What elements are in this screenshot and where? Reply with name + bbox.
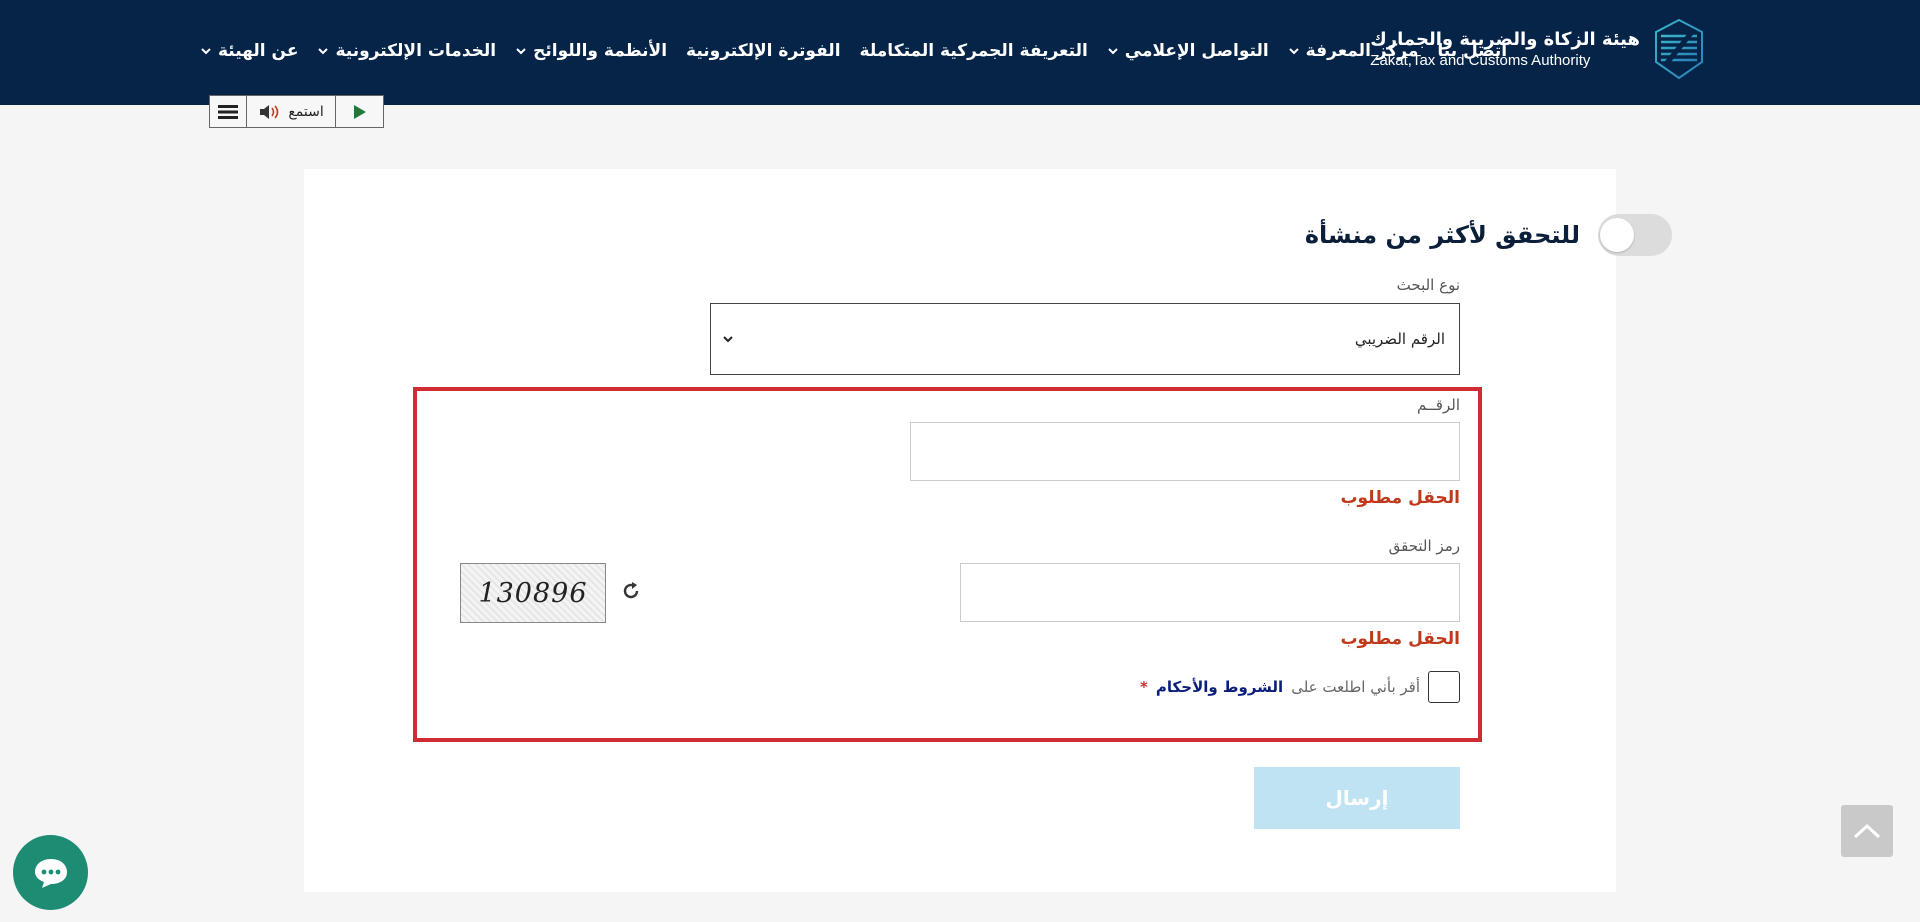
captcha-error: الحقل مطلوب	[1340, 629, 1460, 649]
terms-prefix: أقر بأني اطلعت على	[1291, 678, 1420, 696]
search-type-select[interactable]: الرقم الضريبي	[710, 303, 1460, 375]
nav-item-label: الفوترة الإلكترونية	[686, 41, 841, 61]
tts-menu-button[interactable]	[210, 96, 247, 127]
nav-item-eservices[interactable]: الخدمات الإلكترونية	[317, 41, 496, 61]
nav-item-einvoicing[interactable]: الفوترة الإلكترونية	[686, 41, 841, 61]
back-to-top-button[interactable]	[1841, 805, 1893, 857]
toggle-label: للتحقق لأكثر من منشأة	[1304, 221, 1580, 249]
captcha-input[interactable]	[960, 563, 1460, 622]
chevron-down-icon	[201, 48, 211, 55]
search-type-label: نوع البحث	[1396, 276, 1460, 294]
nav-item-label: التواصل الإعلامي	[1124, 41, 1269, 61]
site-header: هيئة الزكاة والضريبة والجمارك Zakat,Tax …	[0, 0, 1920, 105]
tts-listen-label: استمع	[288, 103, 324, 120]
toggle-knob	[1600, 218, 1634, 252]
nav-item-label: الأنظمة واللوائح	[533, 41, 668, 61]
terms-row: أقر بأني اطلعت على الشروط والأحكام *	[1140, 670, 1460, 704]
chevron-down-icon	[723, 336, 733, 343]
multi-establishment-toggle-row: للتحقق لأكثر من منشأة	[1305, 213, 1672, 257]
nav-item-about[interactable]: عن الهيئة	[200, 41, 298, 61]
chevron-down-icon	[1288, 48, 1299, 55]
number-error: الحقل مطلوب	[1340, 488, 1460, 508]
search-type-value: الرقم الضريبي	[1354, 330, 1445, 348]
captcha-code: 130896	[478, 577, 588, 609]
nav-item-regulations[interactable]: الأنظمة واللوائح	[515, 41, 667, 61]
tts-listen-button[interactable]: استمع	[247, 96, 336, 127]
chat-bubble-icon	[34, 858, 67, 888]
refresh-icon[interactable]	[620, 580, 642, 602]
nav-item-tariff[interactable]: التعريفة الجمركية المتكاملة	[860, 41, 1088, 61]
nav-item-label: مركز المعرفة	[1305, 41, 1419, 61]
nav-item-label: التعريفة الجمركية المتكاملة	[859, 41, 1088, 61]
text-to-speech-toolbar: استمع	[209, 95, 384, 128]
chevron-down-icon	[516, 48, 526, 55]
nav-item-label: اتصل بنا	[1437, 41, 1508, 61]
menu-icon	[218, 104, 238, 119]
terms-link[interactable]: الشروط والأحكام	[1156, 678, 1283, 696]
terms-checkbox[interactable]	[1428, 671, 1460, 703]
main-nav: عن الهيئة الخدمات الإلكترونية الأنظمة وا…	[200, 34, 1507, 68]
chevron-down-icon	[318, 48, 329, 55]
nav-item-label: عن الهيئة	[218, 41, 299, 61]
chevron-up-icon	[1853, 823, 1881, 839]
nav-item-media[interactable]: التواصل الإعلامي	[1107, 41, 1269, 61]
nav-item-label: الخدمات الإلكترونية	[335, 41, 497, 61]
tts-play-button[interactable]	[336, 96, 383, 127]
chat-widget-button[interactable]	[13, 835, 88, 910]
number-input[interactable]	[910, 422, 1460, 481]
logo[interactable]: هيئة الزكاة والضريبة والجمارك Zakat,Tax …	[1370, 18, 1706, 80]
submit-button[interactable]: إرسال	[1254, 767, 1460, 829]
number-label: الرقــم	[1417, 396, 1460, 414]
chevron-down-icon	[1108, 48, 1118, 55]
zatca-logo-icon	[1655, 18, 1703, 80]
required-mark: *	[1140, 678, 1148, 696]
nav-item-knowledge[interactable]: مركز المعرفة	[1288, 41, 1419, 61]
play-icon	[353, 104, 366, 119]
speaker-icon	[260, 104, 279, 119]
multi-establishment-toggle[interactable]	[1598, 214, 1672, 256]
captcha-image: 130896	[460, 563, 606, 623]
nav-item-contact[interactable]: اتصل بنا	[1437, 41, 1507, 61]
captcha-label: رمز التحقق	[1388, 537, 1460, 555]
